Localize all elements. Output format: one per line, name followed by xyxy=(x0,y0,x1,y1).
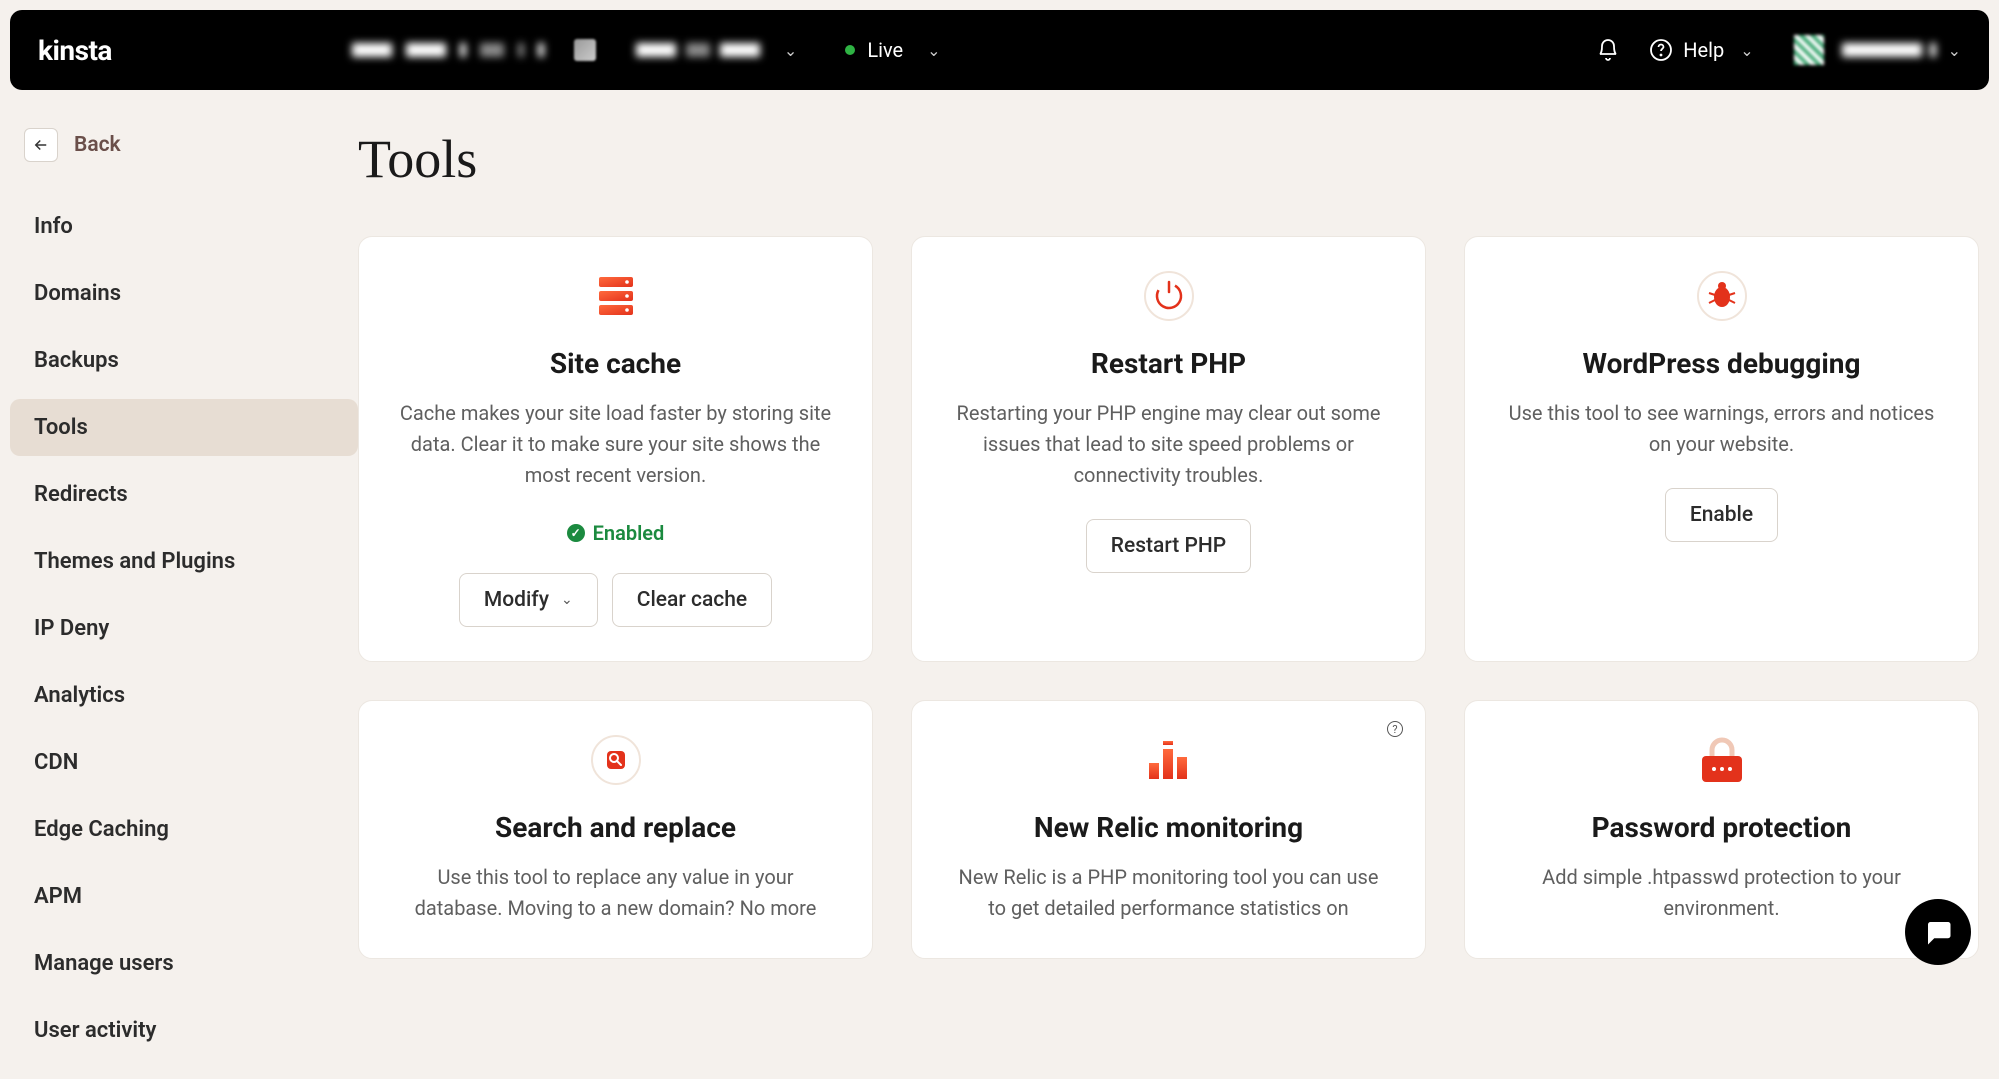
card-description: Cache makes your site load faster by sto… xyxy=(395,398,836,491)
info-icon[interactable]: ? xyxy=(1387,721,1403,737)
sidebar-item-redirects[interactable]: Redirects xyxy=(10,466,358,523)
sidebar-item-ip-deny[interactable]: IP Deny xyxy=(10,600,358,657)
search-replace-icon xyxy=(589,731,643,789)
card-title: WordPress debugging xyxy=(1583,347,1861,380)
topbar: kinsta ⌄ Live ⌄ xyxy=(10,10,1989,90)
logo: kinsta xyxy=(38,34,112,67)
avatar xyxy=(1794,35,1824,65)
bug-icon xyxy=(1695,267,1749,325)
monitoring-icon xyxy=(1141,731,1197,789)
notifications-button[interactable] xyxy=(1593,35,1623,65)
site-selector[interactable] xyxy=(636,43,760,57)
card-title: Password protection xyxy=(1592,811,1852,844)
sidebar-item-apm[interactable]: APM xyxy=(10,868,358,925)
sidebar: Back Info Domains Backups Tools Redirects The… xyxy=(10,128,358,1069)
status-badge: ✓Enabled xyxy=(567,521,665,545)
sidebar-item-info[interactable]: Info xyxy=(10,198,358,255)
status-dot-icon xyxy=(845,45,855,55)
cards-grid: Site cache Cache makes your site load fas… xyxy=(358,236,1979,959)
restart-php-button[interactable]: Restart PHP xyxy=(1086,519,1251,573)
tool-card-search-and-replace: Search and replace Use this tool to repla… xyxy=(358,700,873,959)
check-icon: ✓ xyxy=(567,524,585,542)
card-description: Use this tool to see warnings, errors an… xyxy=(1501,398,1942,460)
sidebar-item-edge-caching[interactable]: Edge Caching xyxy=(10,801,358,858)
tool-card-password-protection: Password protection Add simple .htpasswd … xyxy=(1464,700,1979,959)
modify-button[interactable]: Modify⌄ xyxy=(459,573,598,627)
environment-selector[interactable]: Live ⌄ xyxy=(845,38,940,62)
sidebar-item-manage-users[interactable]: Manage users xyxy=(10,935,358,992)
chevron-down-icon[interactable]: ⌄ xyxy=(1948,41,1961,60)
card-description: Use this tool to replace any value in yo… xyxy=(395,862,836,924)
sidebar-item-backups[interactable]: Backups xyxy=(10,332,358,389)
sidebar-item-analytics[interactable]: Analytics xyxy=(10,667,358,724)
lock-icon xyxy=(1692,731,1752,789)
chevron-down-icon[interactable]: ⌄ xyxy=(784,41,797,60)
chevron-down-icon: ⌄ xyxy=(927,41,940,60)
cache-icon xyxy=(591,267,641,325)
sidebar-item-themes-and-plugins[interactable]: Themes and Plugins xyxy=(10,533,358,590)
tool-card-new-relic-monitoring: ? New Relic monitoring New Relic is a PHP … xyxy=(911,700,1426,959)
user-menu[interactable] xyxy=(1842,43,1936,57)
card-title: Restart PHP xyxy=(1091,347,1246,380)
card-description: Restarting your PHP engine may clear out… xyxy=(948,398,1389,491)
restart-icon xyxy=(1142,267,1196,325)
breadcrumb[interactable] xyxy=(352,43,544,57)
enable-button[interactable]: Enable xyxy=(1665,488,1778,542)
chevron-down-icon: ⌄ xyxy=(1740,41,1753,60)
sidebar-item-tools[interactable]: Tools xyxy=(10,399,358,456)
help-menu[interactable]: Help ⌄ xyxy=(1649,38,1753,62)
card-description: Add simple .htpasswd protection to your … xyxy=(1501,862,1942,924)
chevron-down-icon: ⌄ xyxy=(561,592,573,608)
card-description: New Relic is a PHP monitoring tool you c… xyxy=(948,862,1389,924)
clear-cache-button[interactable]: Clear cache xyxy=(612,573,772,627)
page-title: Tools xyxy=(358,128,1979,190)
help-label: Help xyxy=(1683,38,1724,62)
card-actions: Modify⌄ Clear cache xyxy=(459,573,772,627)
card-actions: Enable xyxy=(1665,488,1778,542)
sidebar-item-domains[interactable]: Domains xyxy=(10,265,358,322)
tool-card-restart-php: Restart PHP Restarting your PHP engine ma… xyxy=(911,236,1426,662)
help-circle-icon xyxy=(1649,38,1673,62)
chat-launcher[interactable] xyxy=(1905,899,1971,965)
card-title: Site cache xyxy=(550,347,681,380)
chat-icon xyxy=(1923,917,1953,947)
card-title: Search and replace xyxy=(495,811,736,844)
arrow-left-icon xyxy=(32,136,50,154)
card-title: New Relic monitoring xyxy=(1034,811,1303,844)
bell-icon xyxy=(1596,38,1620,62)
environment-label: Live xyxy=(867,38,903,62)
sidebar-item-user-activity[interactable]: User activity xyxy=(10,1002,358,1059)
back-button[interactable] xyxy=(24,128,58,162)
back-label: Back xyxy=(74,133,121,157)
sidebar-item-cdn[interactable]: CDN xyxy=(10,734,358,791)
app-icon xyxy=(574,39,596,61)
tool-card-site-cache: Site cache Cache makes your site load fas… xyxy=(358,236,873,662)
tool-card-wordpress-debugging: WordPress debugging Use this tool to see … xyxy=(1464,236,1979,662)
card-actions: Restart PHP xyxy=(1086,519,1251,573)
